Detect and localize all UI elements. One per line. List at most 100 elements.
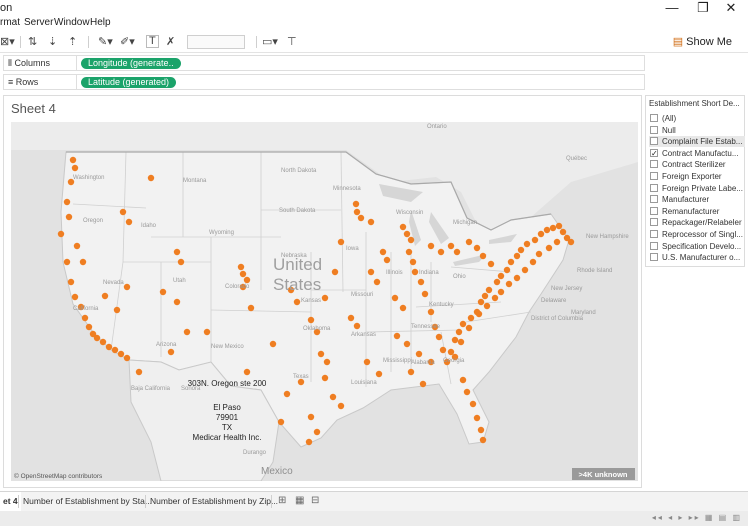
- establishment-mark[interactable]: [81, 314, 89, 322]
- filter-checkbox[interactable]: [650, 253, 658, 262]
- establishment-mark[interactable]: [553, 238, 561, 246]
- columns-shelf[interactable]: ⦀ Columns Longitude (generate..: [3, 55, 645, 71]
- establishment-mark[interactable]: [367, 268, 375, 276]
- establishment-mark[interactable]: [447, 242, 455, 250]
- establishment-mark[interactable]: [439, 346, 447, 354]
- establishment-mark[interactable]: [493, 278, 501, 286]
- establishment-mark[interactable]: [79, 258, 87, 266]
- establishment-mark[interactable]: [459, 320, 467, 328]
- establishment-mark[interactable]: [409, 258, 417, 266]
- filter-option[interactable]: Null: [649, 125, 745, 136]
- establishment-mark[interactable]: [93, 334, 101, 342]
- establishment-mark[interactable]: [57, 230, 65, 238]
- sort-descending-icon[interactable]: ⇡: [68, 35, 77, 48]
- filter-checkbox[interactable]: ✓: [650, 148, 658, 157]
- establishment-mark[interactable]: [435, 333, 443, 341]
- presentation-icon[interactable]: ⊤: [287, 35, 297, 48]
- establishment-mark[interactable]: [293, 298, 301, 306]
- establishment-mark[interactable]: [71, 164, 79, 172]
- establishment-mark[interactable]: [405, 248, 413, 256]
- establishment-mark[interactable]: [331, 268, 339, 276]
- establishment-mark[interactable]: [567, 238, 575, 246]
- columns-pill[interactable]: Longitude (generate..: [81, 58, 181, 69]
- filter-checkbox[interactable]: [650, 172, 658, 180]
- filter-option[interactable]: (All): [649, 113, 745, 124]
- establishment-mark[interactable]: [521, 266, 529, 274]
- establishment-mark[interactable]: [463, 388, 471, 396]
- restore-button[interactable]: ❐: [688, 0, 718, 16]
- establishment-mark[interactable]: [119, 208, 127, 216]
- establishment-mark[interactable]: [123, 283, 131, 291]
- filter-checkbox[interactable]: [650, 230, 658, 238]
- establishment-mark[interactable]: [375, 370, 383, 378]
- establishment-mark[interactable]: [99, 338, 107, 346]
- sheet-navigation-icon[interactable]: ◂◂ ◂ ▸ ▸▸ ▦ ▤ ▥: [652, 513, 742, 522]
- establishment-mark[interactable]: [307, 316, 315, 324]
- filter-checkbox[interactable]: [650, 241, 658, 250]
- establishment-mark[interactable]: [559, 228, 567, 236]
- filter-option[interactable]: Foreign Exporter: [649, 171, 745, 182]
- establishment-mark[interactable]: [535, 250, 543, 258]
- clear-sheet-icon[interactable]: ⊠▾: [0, 35, 15, 48]
- establishment-mark[interactable]: [367, 218, 375, 226]
- establishment-mark[interactable]: [545, 244, 553, 252]
- establishment-mark[interactable]: [467, 314, 475, 322]
- rows-pill[interactable]: Latitude (generated): [81, 77, 177, 88]
- establishment-mark[interactable]: [391, 294, 399, 302]
- establishment-mark[interactable]: [135, 368, 143, 376]
- establishment-mark[interactable]: [419, 380, 427, 388]
- establishment-mark[interactable]: [531, 236, 539, 244]
- establishment-mark[interactable]: [159, 288, 167, 296]
- establishment-mark[interactable]: [555, 222, 563, 230]
- establishment-mark[interactable]: [457, 338, 465, 346]
- menu-format[interactable]: rmat: [0, 17, 20, 28]
- map-view[interactable]: Ontario Québec Washington Montana North …: [11, 122, 638, 481]
- establishment-mark[interactable]: [393, 332, 401, 340]
- establishment-mark[interactable]: [73, 242, 81, 250]
- establishment-mark[interactable]: [173, 298, 181, 306]
- establishment-mark[interactable]: [447, 348, 455, 356]
- establishment-mark[interactable]: [497, 272, 505, 280]
- establishment-mark[interactable]: [403, 340, 411, 348]
- establishment-mark[interactable]: [277, 418, 285, 426]
- establishment-mark[interactable]: [465, 238, 473, 246]
- establishment-mark[interactable]: [173, 248, 181, 256]
- establishment-mark[interactable]: [237, 263, 245, 271]
- establishment-mark[interactable]: [247, 304, 255, 312]
- establishment-mark[interactable]: [415, 350, 423, 358]
- establishment-mark[interactable]: [67, 278, 75, 286]
- establishment-mark[interactable]: [63, 198, 71, 206]
- establishment-mark[interactable]: [353, 208, 361, 216]
- establishment-mark[interactable]: [283, 390, 291, 398]
- establishment-mark[interactable]: [321, 294, 329, 302]
- establishment-mark[interactable]: [71, 293, 79, 301]
- establishment-mark[interactable]: [269, 340, 277, 348]
- menu-window[interactable]: Window: [54, 17, 90, 28]
- menu-server[interactable]: Server: [24, 17, 53, 28]
- fit-icon[interactable]: ▭▾: [262, 35, 278, 48]
- establishment-mark[interactable]: [407, 368, 415, 376]
- establishment-mark[interactable]: [479, 252, 487, 260]
- filter-checkbox[interactable]: [650, 195, 658, 204]
- establishment-mark[interactable]: [465, 324, 473, 332]
- establishment-mark[interactable]: [421, 290, 429, 298]
- establishment-mark[interactable]: [167, 348, 175, 356]
- establishment-mark[interactable]: [537, 230, 545, 238]
- fit-dropdown[interactable]: [187, 35, 245, 49]
- establishment-mark[interactable]: [363, 358, 371, 366]
- filter-checkbox[interactable]: [650, 218, 658, 227]
- establishment-mark[interactable]: [347, 314, 355, 322]
- establishment-mark[interactable]: [399, 223, 407, 231]
- establishment-mark[interactable]: [101, 292, 109, 300]
- establishment-mark[interactable]: [357, 214, 365, 222]
- establishment-mark[interactable]: [491, 294, 499, 302]
- establishment-mark[interactable]: [473, 244, 481, 252]
- establishment-mark[interactable]: [407, 236, 415, 244]
- establishment-mark[interactable]: [123, 354, 131, 362]
- establishment-mark[interactable]: [427, 242, 435, 250]
- establishment-mark[interactable]: [487, 260, 495, 268]
- establishment-mark[interactable]: [69, 156, 77, 164]
- establishment-mark[interactable]: [403, 230, 411, 238]
- filter-option[interactable]: Manufacturer: [649, 194, 745, 205]
- sort-ascending-icon[interactable]: ⇣: [48, 35, 57, 48]
